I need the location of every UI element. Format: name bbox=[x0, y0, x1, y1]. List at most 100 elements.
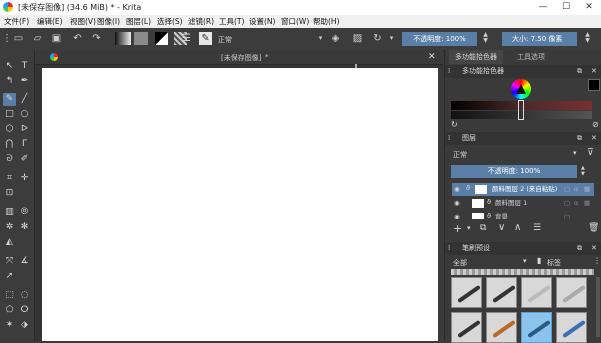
document-tab[interactable]: [未保存图像] * ✕ bbox=[35, 50, 443, 65]
menu-image[interactable]: 图像(I) bbox=[97, 16, 120, 27]
redo-icon[interactable]: ↷ bbox=[90, 32, 103, 45]
brush-settings-icon[interactable]: ⋮ bbox=[593, 256, 601, 265]
layer-blend-mode-select[interactable]: 正常 bbox=[453, 150, 467, 160]
chevron-down-icon[interactable]: ▾ bbox=[314, 32, 327, 45]
smart-patch-icon[interactable]: ✻ bbox=[18, 221, 31, 234]
close-document-button[interactable]: ✕ bbox=[428, 52, 436, 62]
minimize-button[interactable]: — bbox=[536, 1, 550, 13]
brush-preset-tile[interactable] bbox=[521, 277, 552, 308]
duplicate-layer-icon[interactable]: ⧉ bbox=[480, 223, 486, 233]
gradient-icon[interactable] bbox=[115, 32, 131, 45]
freehand-path-icon[interactable]: ᒥ bbox=[18, 138, 31, 151]
brush-settings-icon[interactable]: ☰ bbox=[180, 32, 193, 45]
layer-properties-icon[interactable]: ☰ bbox=[533, 223, 541, 233]
chevron-down-icon[interactable]: ▾ bbox=[467, 224, 471, 232]
alpha-lock-icon[interactable]: α bbox=[574, 197, 578, 210]
tab-advanced-color[interactable]: 多功能拾色器 bbox=[449, 50, 503, 64]
reference-tool-icon[interactable]: ➚ bbox=[3, 270, 16, 283]
colorize-mask-icon[interactable]: ✲ bbox=[3, 221, 16, 234]
alpha-lock-icon[interactable]: ▨ bbox=[351, 32, 364, 45]
brush-preset-tile[interactable] bbox=[556, 312, 587, 343]
add-layer-icon[interactable]: + bbox=[453, 222, 462, 235]
rect-select-icon[interactable]: ⬚ bbox=[3, 289, 16, 302]
tag-icon[interactable]: ▮ bbox=[537, 256, 541, 265]
contiguous-select-icon[interactable]: ✶ bbox=[3, 319, 16, 332]
polygon-tool-icon[interactable]: ⬡ bbox=[3, 123, 16, 136]
rectangle-tool-icon[interactable]: □ bbox=[3, 108, 16, 121]
close-panel-icon[interactable]: ✕ bbox=[591, 65, 597, 78]
color-slider-handle[interactable] bbox=[518, 100, 524, 120]
open-folder-icon[interactable]: ▱ bbox=[31, 32, 44, 45]
menu-tools[interactable]: 工具(T) bbox=[219, 16, 244, 27]
brush-preset-icon[interactable]: ✎ bbox=[199, 32, 212, 45]
brush-preset-tile-selected[interactable] bbox=[521, 312, 552, 343]
measure-tool-icon[interactable]: ∡ bbox=[18, 255, 31, 268]
color-picker-icon[interactable]: ⦾ bbox=[18, 206, 31, 219]
freehand-brush-icon[interactable]: ✎ bbox=[3, 93, 16, 106]
float-panel-icon[interactable]: ⧉ bbox=[577, 65, 582, 78]
layer-opacity-slider[interactable]: 不透明度: 100% bbox=[451, 165, 577, 178]
opacity-slider[interactable]: 不透明度: 100% bbox=[402, 32, 477, 46]
brush-filter-select[interactable]: 全部 bbox=[453, 258, 467, 268]
layer-row[interactable]: ◉ ϑ 颜料图层 2 (来自粘贴) ▢ α ▦ bbox=[452, 183, 594, 196]
float-panel-icon[interactable]: ⧉ bbox=[577, 132, 582, 145]
refresh-icon[interactable]: ↻ bbox=[451, 120, 458, 129]
brush-preset-tile[interactable] bbox=[451, 312, 482, 343]
text-tool-icon[interactable]: T bbox=[18, 60, 31, 73]
freehand-select-icon[interactable]: ⵔ bbox=[18, 304, 31, 317]
calligraphy-icon[interactable]: ✒ bbox=[18, 75, 31, 88]
dynamic-brush-icon[interactable]: ᘐ bbox=[3, 153, 16, 166]
visibility-eye-icon[interactable]: ◉ bbox=[454, 211, 460, 219]
brush-scrollbar[interactable] bbox=[596, 277, 600, 337]
visibility-eye-icon[interactable]: ◉ bbox=[454, 183, 460, 196]
edit-shapes-icon[interactable]: ↰ bbox=[3, 75, 16, 88]
polyline-tool-icon[interactable]: ᐅ bbox=[18, 123, 31, 136]
ellipse-select-icon[interactable]: ◌ bbox=[18, 289, 31, 302]
canvas[interactable] bbox=[42, 68, 438, 341]
fill-tool-icon[interactable]: ◭ bbox=[3, 236, 16, 249]
delete-layer-icon[interactable]: 🗑 bbox=[588, 223, 599, 233]
polygon-select-icon[interactable]: ⬠ bbox=[3, 304, 16, 317]
menu-file[interactable]: 文件(F) bbox=[4, 16, 29, 27]
fg-bg-color-icon[interactable] bbox=[155, 32, 168, 45]
chevron-down-icon[interactable]: ▾ bbox=[573, 149, 577, 157]
layer-lock-icon[interactable]: ▢ bbox=[564, 183, 570, 196]
vertical-scrollbar[interactable] bbox=[438, 68, 443, 341]
undo-icon[interactable]: ↶ bbox=[71, 32, 84, 45]
similar-select-icon[interactable]: ⬗ bbox=[18, 319, 31, 332]
settings-icon[interactable]: ⊘ bbox=[592, 120, 599, 129]
menu-layer[interactable]: 图层(L) bbox=[126, 16, 151, 27]
menu-edit[interactable]: 编辑(E) bbox=[37, 16, 63, 27]
crop-tool-icon[interactable]: ⌗ bbox=[3, 172, 16, 185]
spin-up-down-icon[interactable]: ▲ ▼ bbox=[581, 165, 585, 177]
ellipse-tool-icon[interactable]: ○ bbox=[18, 108, 31, 121]
pattern-icon[interactable] bbox=[134, 32, 148, 45]
assistant-tool-icon[interactable]: ⤧ bbox=[3, 255, 16, 268]
transform-tool-icon[interactable]: ⊡ bbox=[3, 187, 16, 200]
line-tool-icon[interactable]: ╱ bbox=[18, 93, 31, 106]
multibrush-icon[interactable]: ✐ bbox=[18, 153, 31, 166]
brush-preset-tile[interactable] bbox=[556, 277, 587, 308]
filter-icon[interactable]: ⊽ bbox=[587, 148, 594, 158]
close-panel-icon[interactable]: ✕ bbox=[591, 242, 597, 255]
blend-mode-select[interactable]: 正常 bbox=[218, 35, 232, 45]
gradient-tool-icon[interactable]: ▥ bbox=[3, 206, 16, 219]
eraser-icon[interactable]: ◈ bbox=[329, 32, 342, 45]
reload-preset-icon[interactable]: ↻ bbox=[371, 32, 384, 45]
float-panel-icon[interactable]: ⧉ bbox=[577, 242, 582, 255]
inherit-alpha-icon[interactable]: ▦ bbox=[584, 183, 590, 196]
menu-filter[interactable]: 滤镜(R) bbox=[188, 16, 214, 27]
visibility-eye-icon[interactable]: ◉ bbox=[454, 197, 460, 210]
layer-lock-icon[interactable]: ▢ bbox=[564, 211, 570, 219]
menu-help[interactable]: 帮助(H) bbox=[313, 16, 340, 27]
chevron-down-icon[interactable]: ▾ bbox=[385, 32, 398, 45]
layer-row[interactable]: ◉ ϑ 背景 ▢ bbox=[452, 211, 594, 219]
layer-lock-icon[interactable]: ▢ bbox=[564, 197, 570, 210]
menu-view[interactable]: 视图(V) bbox=[70, 16, 96, 27]
menu-select[interactable]: 选择(S) bbox=[157, 16, 183, 27]
move-tool-icon[interactable]: ✛ bbox=[18, 172, 31, 185]
select-shapes-icon[interactable]: ↖ bbox=[3, 60, 16, 73]
spin-up-down-icon[interactable]: ▲ ▼ bbox=[581, 32, 594, 45]
maximize-button[interactable]: ☐ bbox=[559, 1, 573, 13]
move-up-icon[interactable]: ∧ bbox=[514, 222, 521, 233]
